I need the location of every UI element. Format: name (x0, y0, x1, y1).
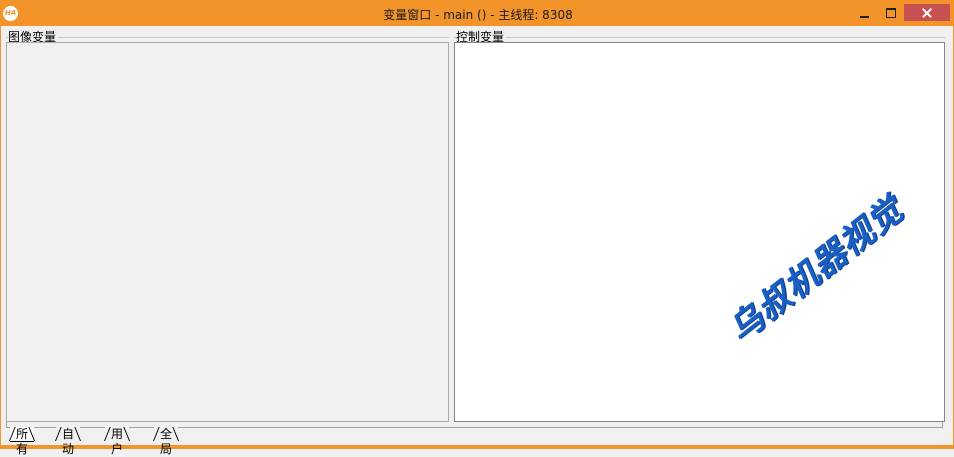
tab-user[interactable]: 用户 (105, 427, 130, 456)
minimize-button[interactable] (845, 4, 873, 22)
image-vars-group-line (6, 37, 449, 38)
close-button[interactable] (904, 4, 950, 21)
window-title: 变量窗口 - main () - 主线程: 8308 (383, 8, 573, 22)
tab-strip-frame (6, 422, 943, 428)
tab-all[interactable]: 所有 (10, 427, 35, 456)
tab-auto[interactable]: 自动 (56, 427, 81, 456)
maximize-button[interactable] (876, 4, 904, 22)
control-vars-group-line (454, 37, 945, 38)
image-variables-panel[interactable] (6, 42, 449, 422)
tab-global[interactable]: 全局 (154, 427, 179, 456)
title-bar[interactable]: HA 变量窗口 - main () - 主线程: 8308 (1, 0, 954, 26)
variable-window: HA 变量窗口 - main () - 主线程: 8308 图像变量 控制变量 … (0, 0, 954, 456)
